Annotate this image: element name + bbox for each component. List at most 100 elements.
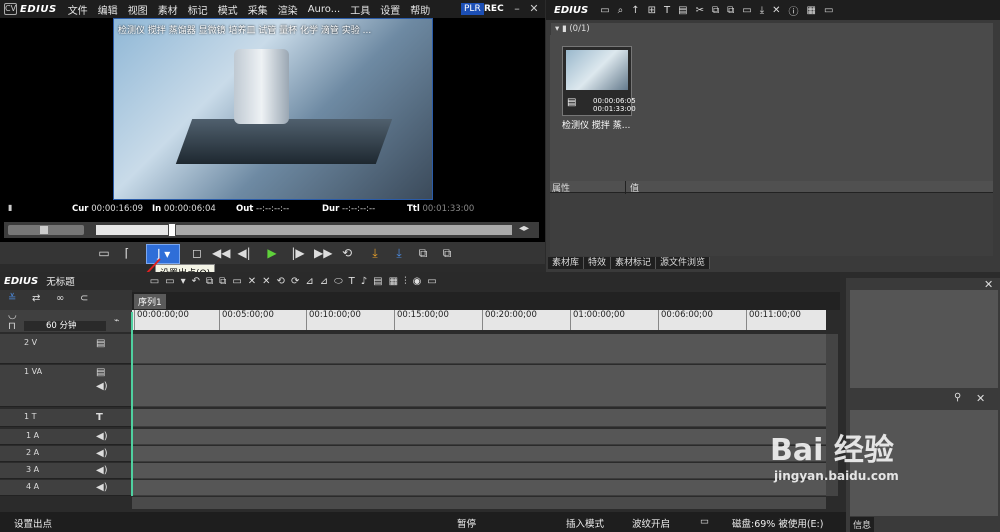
play-icon[interactable]: ▶: [264, 244, 280, 262]
menu-aurora[interactable]: Auro...: [303, 4, 346, 15]
menu-help[interactable]: 帮助: [405, 2, 435, 17]
layout-icon[interactable]: ▤: [370, 276, 385, 287]
step-back-icon[interactable]: ◀|: [236, 244, 252, 262]
timeline-ruler[interactable]: 00:00:00;00 00:05:00;00 00:10:00;00 00:1…: [132, 310, 826, 330]
copy-icon[interactable]: ⧉: [708, 5, 723, 16]
menu-marker[interactable]: 标记: [183, 2, 213, 17]
menu-capture[interactable]: 采集: [243, 2, 273, 17]
status-insert-mode[interactable]: 插入模式: [566, 516, 604, 530]
lock-icon[interactable]: ◡: [8, 310, 17, 321]
export-icon[interactable]: ⧉: [414, 244, 432, 262]
menu-view[interactable]: 视图: [123, 2, 153, 17]
tab-sequence1[interactable]: 序列1: [134, 294, 166, 309]
mode-insert-icon[interactable]: ⟲: [274, 276, 288, 287]
view-mode-icon[interactable]: ▦: [803, 5, 820, 16]
overwrite-to-timeline-icon[interactable]: ⤓: [392, 244, 406, 262]
status-ripple[interactable]: 波纹开启: [632, 516, 670, 530]
export2-icon[interactable]: ⧉: [438, 244, 456, 262]
color-bars-icon[interactable]: ▤: [674, 5, 691, 16]
copy-tl-icon[interactable]: ⧉: [203, 276, 216, 287]
pin-icon[interactable]: ⚲: [954, 392, 961, 403]
send-timeline-icon[interactable]: ⤓: [756, 5, 768, 16]
save-project-icon[interactable]: ▾: [178, 276, 189, 287]
close-icon[interactable]: ✕: [527, 2, 541, 16]
set-out-button[interactable]: ⌋ ▾: [146, 244, 180, 264]
color-icon[interactable]: ◉: [410, 276, 425, 287]
track-1va[interactable]: [132, 365, 826, 407]
fast-forward-icon[interactable]: ▶▶: [314, 244, 332, 262]
track-2v[interactable]: [132, 334, 826, 364]
loop-play-icon[interactable]: ⟲: [340, 244, 354, 262]
step-forward-icon[interactable]: |▶: [290, 244, 306, 262]
sync-icon[interactable]: ⊓: [8, 321, 16, 332]
add-clip-icon[interactable]: ⊞: [644, 5, 660, 16]
snap-icon[interactable]: ⊿: [317, 276, 331, 287]
track-header-1a[interactable]: 1 A ◀): [0, 429, 131, 445]
track-tool-3-icon[interactable]: ∞: [56, 293, 64, 304]
loop-icon[interactable]: ◂▸: [519, 223, 529, 234]
tab-clip-marker[interactable]: 素材标记: [611, 257, 657, 269]
menu-tools[interactable]: 工具: [345, 2, 375, 17]
add-marker-icon[interactable]: ⊿: [302, 276, 316, 287]
title-track-icon[interactable]: T: [96, 412, 103, 423]
menu-render[interactable]: 渲染: [273, 2, 303, 17]
plr-badge[interactable]: PLR: [461, 3, 484, 15]
bin-menu-icon[interactable]: ▭: [820, 5, 837, 16]
video-track-icon[interactable]: ▤: [96, 338, 105, 349]
multicam-icon[interactable]: ▦: [386, 276, 401, 287]
speaker-icon[interactable]: ◀): [96, 448, 108, 459]
bin-folder-bar[interactable]: ▾ ▮ (0/1): [551, 23, 993, 35]
close-icon[interactable]: ✕: [984, 278, 993, 291]
title-tl-icon[interactable]: T: [346, 276, 358, 287]
title-icon[interactable]: T: [660, 5, 674, 16]
track-tool-2-icon[interactable]: ⇄: [32, 293, 40, 304]
transition-icon[interactable]: ⬭: [331, 276, 346, 287]
send-player-icon[interactable]: ▭: [738, 5, 755, 16]
speaker-icon[interactable]: ◀): [96, 482, 108, 493]
new-sequence-icon[interactable]: ▭: [147, 276, 162, 287]
track-3a[interactable]: [132, 463, 826, 479]
track-2a[interactable]: [132, 446, 826, 462]
track-tool-4-icon[interactable]: ⊂: [80, 293, 88, 304]
menu-mode[interactable]: 模式: [213, 2, 243, 17]
marker-icon[interactable]: ▮: [8, 203, 12, 212]
rec-badge[interactable]: REC: [484, 3, 504, 15]
timeline-cursor[interactable]: [131, 312, 133, 496]
replace-icon[interactable]: ▭: [229, 276, 244, 287]
up-folder-icon[interactable]: ↑: [627, 5, 643, 16]
zoom-select[interactable]: 60 分钟: [24, 321, 106, 331]
sync-lock-icon[interactable]: ⌁: [114, 316, 119, 326]
track-header-3a[interactable]: 3 A ◀): [0, 463, 131, 479]
set-in-icon[interactable]: ⌈: [120, 244, 134, 262]
speaker-icon[interactable]: ◀): [96, 431, 108, 442]
menu-edit[interactable]: 编辑: [93, 2, 123, 17]
close-icon[interactable]: ✕: [976, 392, 985, 405]
open-project-icon[interactable]: ▭: [162, 276, 177, 287]
track-header-1t[interactable]: 1 TT: [0, 409, 131, 427]
track-1t[interactable]: [132, 409, 826, 427]
paste-icon[interactable]: ⧉: [723, 5, 738, 16]
stop-icon[interactable]: ◻: [190, 244, 204, 262]
shuttle-handle[interactable]: [40, 226, 48, 234]
rewind-icon[interactable]: ◀◀: [212, 244, 230, 262]
track-4a[interactable]: [132, 480, 826, 496]
video-track-icon[interactable]: ▤: [96, 367, 105, 378]
match-frame-icon[interactable]: ▭: [96, 244, 112, 262]
search-icon[interactable]: ⌕: [614, 5, 628, 16]
mixer-icon[interactable]: ⫶: [401, 276, 410, 287]
ripple-delete-icon[interactable]: ✕: [259, 276, 273, 287]
clip-thumbnail[interactable]: ▤ 00:00:06:05 00:01:33:00: [562, 46, 636, 116]
mode-overwrite-icon[interactable]: ⟳: [288, 276, 302, 287]
delete-icon[interactable]: ✕: [768, 5, 784, 16]
horizontal-scrollbar[interactable]: [132, 497, 826, 509]
cut-icon[interactable]: ✂: [692, 5, 708, 16]
properties-icon[interactable]: ⓘ: [785, 3, 803, 18]
menu-file[interactable]: 文件: [63, 2, 93, 17]
tab-info[interactable]: 信息: [850, 517, 875, 532]
track-header-4a[interactable]: 4 A ◀): [0, 480, 131, 496]
tab-effects[interactable]: 特效: [584, 257, 612, 269]
paste-tl-icon[interactable]: ⧉: [216, 276, 229, 287]
tab-bin[interactable]: 素材库: [548, 257, 585, 269]
track-header-2a[interactable]: 2 A ◀): [0, 446, 131, 462]
folder-icon[interactable]: ▭: [596, 5, 613, 16]
